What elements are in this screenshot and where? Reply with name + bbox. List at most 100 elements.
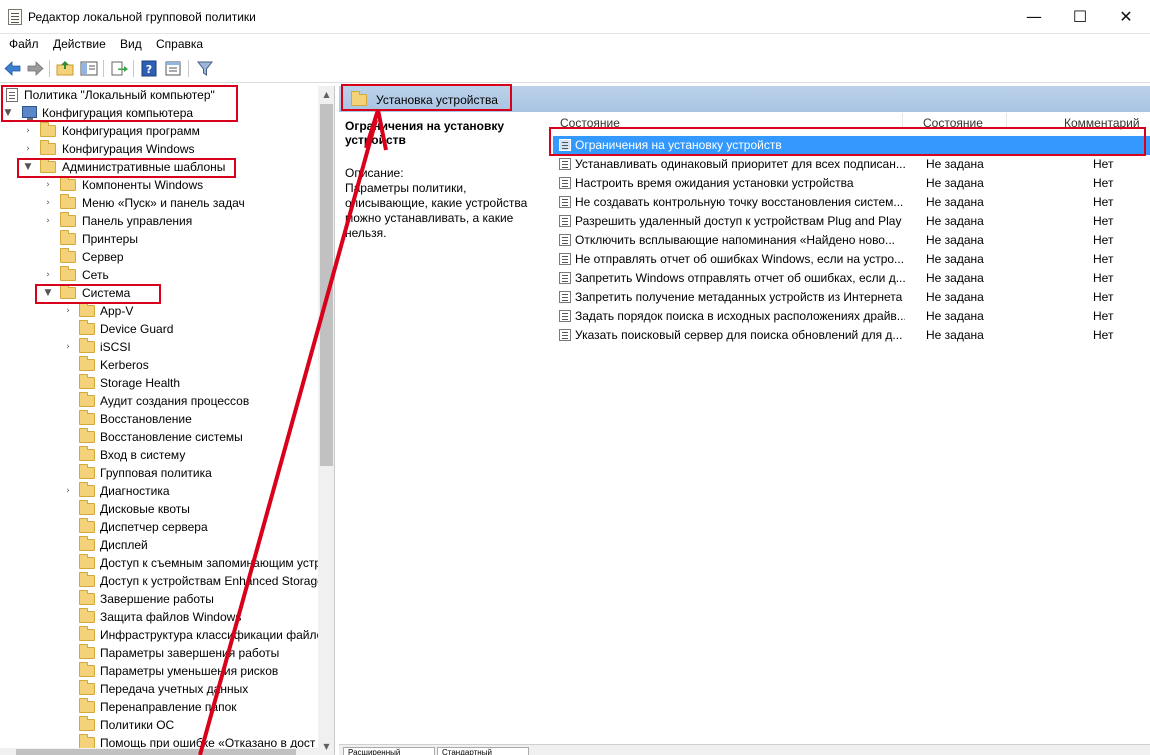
chevron-right-icon[interactable]: › <box>62 482 74 500</box>
menu-help[interactable]: Справка <box>156 37 203 51</box>
properties-icon[interactable] <box>163 59 183 78</box>
folder-icon <box>79 644 95 659</box>
menu-file[interactable]: Файл <box>9 37 39 51</box>
tree-item-system-child[interactable]: Вход в систему <box>0 446 318 464</box>
folder-icon <box>60 194 76 209</box>
tree-item-system-child[interactable]: Политики ОС <box>0 716 318 734</box>
folder-icon <box>60 230 76 245</box>
folder-icon <box>79 500 95 515</box>
folder-icon <box>79 608 95 623</box>
chevron-right-icon[interactable]: › <box>22 140 34 158</box>
policy-row[interactable]: Задать порядок поиска в исходных располо… <box>553 307 1150 326</box>
tree-item-system-child[interactable]: › Диагностика <box>0 482 318 500</box>
tree-scroll-thumb[interactable] <box>320 104 333 466</box>
filter-icon[interactable] <box>195 59 215 78</box>
tree-item-admin-child[interactable]: Принтеры <box>0 230 318 248</box>
svg-text:?: ? <box>146 63 152 76</box>
policy-row[interactable]: Разрешить удаленный доступ к устройствам… <box>553 212 1150 231</box>
tree-item-system-child[interactable]: Доступ к устройствам Enhanced Storage <box>0 572 324 590</box>
chevron-right-icon[interactable]: › <box>62 338 74 356</box>
annotation-box-root <box>1 85 238 122</box>
folder-icon <box>79 626 95 641</box>
policy-setting-icon <box>559 310 571 322</box>
minimize-button[interactable]: — <box>1011 0 1057 34</box>
tree-item-admin-child[interactable]: › Панель управления <box>0 212 318 230</box>
policy-row[interactable]: Запретить получение метаданных устройств… <box>553 288 1150 307</box>
folder-icon <box>79 410 95 425</box>
tree-item-system-child[interactable]: Дисплей <box>0 536 318 554</box>
tree-item-system-child[interactable]: Перенаправление папок <box>0 698 318 716</box>
tab-extended[interactable]: Расширенный <box>343 747 435 755</box>
tab-standard[interactable]: Стандартный <box>437 747 529 755</box>
details-pane: Установка устройства Ограничения на уста… <box>339 86 1150 755</box>
export-list-icon[interactable] <box>109 59 129 78</box>
folder-icon <box>79 302 95 317</box>
folder-icon <box>79 518 95 533</box>
maximize-button[interactable]: ☐ <box>1057 0 1103 34</box>
folder-icon <box>40 140 56 155</box>
forward-arrow-icon[interactable] <box>25 59 45 78</box>
tree-item-system-child[interactable]: Параметры завершения работы <box>0 644 318 662</box>
policy-row[interactable]: Запретить Windows отправлять отчет об ош… <box>553 269 1150 288</box>
tree-item-system-child[interactable]: Восстановление <box>0 410 318 428</box>
chevron-right-icon[interactable]: › <box>42 266 54 284</box>
policy-row[interactable]: Не отправлять отчет об ошибках Windows, … <box>553 250 1150 269</box>
close-button[interactable]: ✕ <box>1103 0 1149 34</box>
chevron-right-icon[interactable]: › <box>42 194 54 212</box>
up-folder-icon[interactable] <box>55 59 75 78</box>
menu-view[interactable]: Вид <box>120 37 142 51</box>
policy-row[interactable]: Отключить всплывающие напоминания «Найде… <box>553 231 1150 250</box>
tree-item-system-child[interactable]: Device Guard <box>0 320 318 338</box>
tree-item-system-child[interactable]: Защита файлов Windows <box>0 608 318 626</box>
chevron-right-icon[interactable]: › <box>42 176 54 194</box>
policy-setting-icon <box>559 253 571 265</box>
show-hide-tree-icon[interactable] <box>79 59 99 78</box>
toolbar: ? <box>0 55 1150 83</box>
tree-item-program-config[interactable]: › Конфигурация программ <box>0 122 318 140</box>
chevron-right-icon[interactable]: › <box>42 212 54 230</box>
tree-item-system-child[interactable]: Аудит создания процессов <box>0 392 318 410</box>
tree-item-system-child[interactable]: Групповая политика <box>0 464 318 482</box>
tree-item-system-child[interactable]: Дисковые квоты <box>0 500 318 518</box>
tree-item-admin-child[interactable]: Сервер <box>0 248 318 266</box>
tree-item-system-child[interactable]: Storage Health <box>0 374 318 392</box>
policy-tree[interactable]: Политика "Локальный компьютер" ▼ Конфигу… <box>0 86 335 755</box>
tree-item-windows-config[interactable]: › Конфигурация Windows <box>0 140 318 158</box>
help-icon[interactable]: ? <box>139 59 159 78</box>
policy-row[interactable]: Настроить время ожидания установки устро… <box>553 174 1150 193</box>
tree-item-system-child[interactable]: Доступ к съемным запоминающим устр <box>0 554 321 572</box>
folder-icon <box>79 536 95 551</box>
tree-hscroll-thumb[interactable] <box>16 749 296 755</box>
tree-item-system-child[interactable]: Завершение работы <box>0 590 318 608</box>
tree-vertical-scrollbar[interactable]: ▲ ▼ <box>318 86 334 755</box>
chevron-right-icon[interactable]: › <box>22 122 34 140</box>
scroll-up-icon[interactable]: ▲ <box>318 86 334 103</box>
folder-icon <box>79 572 95 587</box>
folder-icon <box>79 482 95 497</box>
back-arrow-icon[interactable] <box>3 59 23 78</box>
chevron-right-icon[interactable]: › <box>62 302 74 320</box>
tree-item-system-child[interactable]: Восстановление системы <box>0 428 318 446</box>
gpedit-app-icon <box>8 9 22 25</box>
folder-icon <box>79 338 95 353</box>
tree-item-system-child[interactable]: Диспетчер сервера <box>0 518 318 536</box>
tree-item-system-child[interactable]: Kerberos <box>0 356 318 374</box>
tree-item-system-child[interactable]: Передача учетных данных <box>0 680 318 698</box>
folder-icon <box>79 680 95 695</box>
tree-item-admin-child[interactable]: › Компоненты Windows <box>0 176 318 194</box>
tree-item-admin-child[interactable]: › Сеть <box>0 266 318 284</box>
policy-row[interactable]: Не создавать контрольную точку восстанов… <box>553 193 1150 212</box>
tree-horizontal-scrollbar[interactable] <box>0 748 318 755</box>
tree-item-system-child[interactable]: › App-V <box>0 302 318 320</box>
policy-row[interactable]: Устанавливать одинаковый приоритет для в… <box>553 155 1150 174</box>
menu-action[interactable]: Действие <box>53 37 106 51</box>
menu-bar: Файл Действие Вид Справка <box>0 34 1150 54</box>
tree-item-system-child[interactable]: › iSCSI <box>0 338 318 356</box>
tree-item-system-child[interactable]: Инфраструктура классификации файлов <box>0 626 330 644</box>
folder-icon <box>79 662 95 677</box>
tree-item-system-child[interactable]: Параметры уменьшения рисков <box>0 662 318 680</box>
tree-item-admin-child[interactable]: › Меню «Пуск» и панель задач <box>0 194 318 212</box>
title-bar: Редактор локальной групповой политики — … <box>0 0 1150 34</box>
scroll-down-icon[interactable]: ▼ <box>318 738 334 755</box>
policy-row[interactable]: Указать поисковый сервер для поиска обно… <box>553 326 1150 345</box>
